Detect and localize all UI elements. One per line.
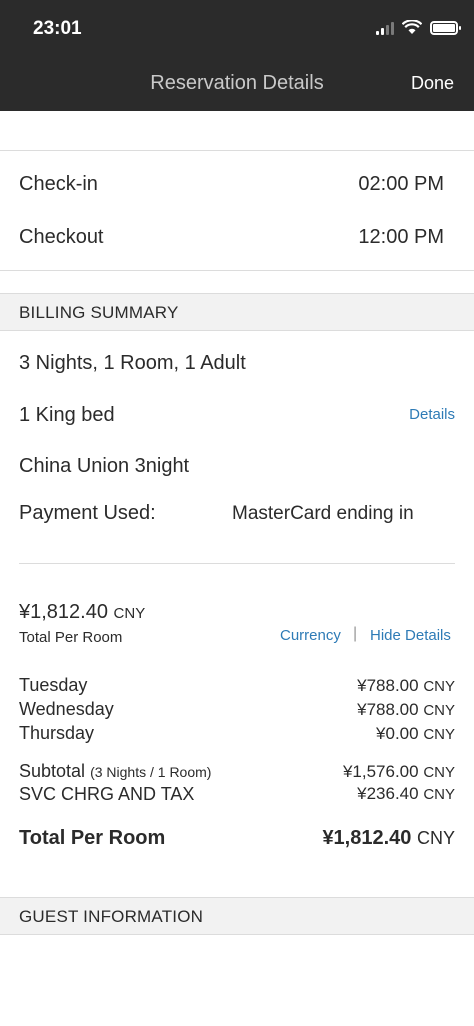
night-day-label: Tuesday	[19, 675, 88, 695]
checkout-time: 12:00 PM	[358, 226, 444, 248]
tax-label: SVC CHRG AND TAX	[19, 784, 195, 804]
subtotal-label: Subtotal (3 Nights / 1 Room)	[19, 761, 212, 781]
status-icons	[376, 20, 461, 35]
status-time: 23:01	[33, 18, 82, 39]
billing-summary-title: BILLING SUMMARY	[19, 303, 179, 322]
top-navigation-bar: 23:01 Reservation Details Done	[0, 0, 474, 111]
night-amount: ¥788.00 CNY	[357, 676, 455, 695]
done-button[interactable]: Done	[411, 73, 454, 94]
link-separator: |	[353, 625, 358, 642]
checkin-time: 02:00 PM	[358, 173, 444, 195]
billing-summary-header: BILLING SUMMARY	[0, 293, 474, 331]
divider	[19, 563, 455, 564]
room-details-link[interactable]: Details	[409, 406, 455, 423]
currency-link[interactable]: Currency	[280, 627, 341, 644]
guest-information-header: GUEST INFORMATION	[0, 897, 474, 935]
night-day-label: Thursday	[19, 723, 95, 743]
checkin-label: Check-in	[19, 173, 98, 195]
rate-name: China Union 3night	[19, 455, 190, 477]
checkout-label: Checkout	[19, 226, 104, 248]
page-title: Reservation Details	[150, 72, 324, 94]
guest-information-title: GUEST INFORMATION	[19, 907, 204, 926]
tax-amount: ¥236.40 CNY	[357, 784, 455, 803]
hide-details-link[interactable]: Hide Details	[370, 627, 451, 644]
wifi-icon	[402, 20, 422, 34]
divider	[0, 150, 474, 151]
night-amount: ¥0.00 CNY	[376, 724, 455, 743]
payment-label: Payment Used:	[19, 502, 156, 524]
stay-summary: 3 Nights, 1 Room, 1 Adult	[19, 352, 246, 374]
payment-method: MasterCard ending in 5	[232, 503, 418, 524]
night-day-label: Wednesday	[19, 699, 114, 719]
night-amount: ¥788.00 CNY	[357, 700, 455, 719]
divider	[0, 270, 474, 271]
bed-type: 1 King bed	[19, 404, 115, 426]
battery-icon	[430, 21, 461, 35]
final-total-label: Total Per Room	[19, 827, 166, 849]
total-amount: ¥1,812.40 CNY	[19, 601, 145, 624]
final-total-amount: ¥1,812.40 CNY	[322, 827, 455, 849]
cellular-signal-icon	[376, 21, 394, 35]
total-amount-currency: CNY	[113, 605, 146, 622]
total-per-room-label: Total Per Room	[19, 629, 123, 646]
total-amount-value: ¥1,812.40	[19, 601, 108, 623]
subtotal-amount: ¥1,576.00 CNY	[342, 762, 455, 781]
